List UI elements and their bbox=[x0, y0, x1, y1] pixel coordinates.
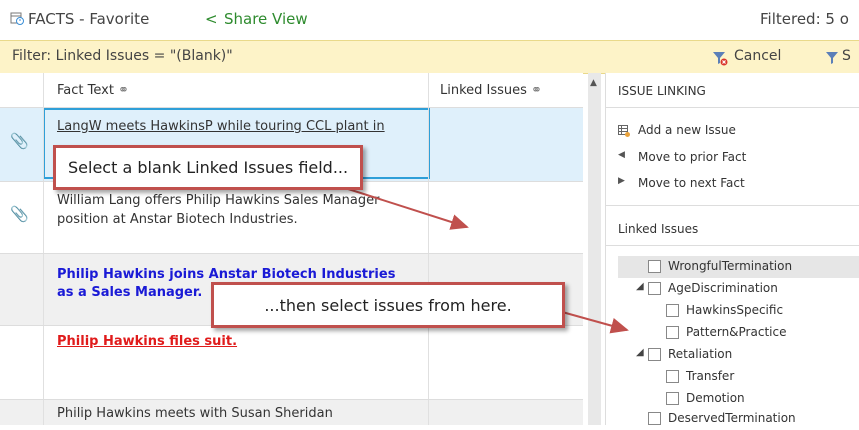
tree-item-pattern-practice[interactable]: Pattern&Practice bbox=[618, 322, 859, 344]
tree-item-demotion[interactable]: Demotion bbox=[618, 388, 859, 410]
tree-item-age-discrimination[interactable]: ◢ AgeDiscrimination bbox=[618, 278, 859, 300]
row-divider bbox=[0, 253, 583, 254]
table-row[interactable]: Philip Hawkins meets with Susan Sheridan bbox=[0, 399, 583, 425]
next-arrow-icon: ▶ bbox=[618, 176, 625, 186]
prior-arrow-icon: ◀ bbox=[618, 150, 625, 160]
grid-scrollbar[interactable]: ▲ bbox=[588, 73, 601, 425]
checkbox[interactable] bbox=[666, 370, 679, 383]
link-icon: ⚭ bbox=[118, 83, 129, 98]
attachment-icon[interactable]: 📎 bbox=[10, 132, 29, 150]
next-fact-label[interactable]: Move to next Fact bbox=[638, 176, 745, 190]
tree-item-deserved-termination[interactable]: DeservedTermination bbox=[618, 408, 859, 430]
column-divider bbox=[43, 73, 44, 425]
panel-header: ISSUE LINKING bbox=[606, 73, 859, 108]
panel-divider bbox=[606, 205, 859, 206]
issue-linking-panel: ISSUE LINKING Add a new Issue ◀ Move to … bbox=[605, 73, 859, 425]
callout-select-field: Select a blank Linked Issues field... bbox=[53, 145, 364, 190]
cancel-filter-icon[interactable] bbox=[712, 50, 728, 66]
calendar-clock-icon bbox=[10, 12, 24, 25]
fact-text-line2[interactable]: position at Anstar Biotech Industries. bbox=[57, 211, 298, 229]
tree-item-transfer[interactable]: Transfer bbox=[618, 366, 859, 388]
checkbox[interactable] bbox=[666, 326, 679, 339]
share-view-button[interactable]: Share View bbox=[224, 10, 308, 28]
checkbox[interactable] bbox=[648, 412, 661, 425]
checkbox[interactable] bbox=[648, 282, 661, 295]
checkbox[interactable] bbox=[666, 392, 679, 405]
save-filter-icon[interactable] bbox=[825, 50, 839, 66]
title-bar: FACTS - Favorite < Share View Filtered: … bbox=[0, 0, 859, 40]
fact-text[interactable]: LangW meets HawkinsP while touring CCL p… bbox=[57, 118, 385, 136]
tree-item-wrongful-termination[interactable]: WrongfulTermination bbox=[618, 256, 859, 278]
tree-item-retaliation[interactable]: ◢ Retaliation bbox=[618, 344, 859, 366]
panel-title: ISSUE LINKING bbox=[618, 84, 706, 98]
column-fact-text[interactable]: Fact Text ⚭ bbox=[57, 83, 129, 98]
checkbox[interactable] bbox=[648, 348, 661, 361]
grid-header: Fact Text ⚭ Linked Issues ⚭ bbox=[0, 73, 583, 108]
callout-select-issues: ...then select issues from here. bbox=[211, 282, 565, 328]
checkbox[interactable] bbox=[666, 304, 679, 317]
fact-text-line2[interactable]: as a Sales Manager. bbox=[57, 284, 202, 302]
scroll-up-icon[interactable]: ▲ bbox=[590, 78, 597, 88]
share-icon[interactable]: < bbox=[205, 10, 218, 28]
fact-text[interactable]: Philip Hawkins meets with Susan Sheridan bbox=[57, 405, 333, 423]
attachment-icon[interactable]: 📎 bbox=[10, 205, 29, 223]
panel-divider bbox=[606, 245, 859, 246]
cancel-filter-button[interactable]: Cancel bbox=[734, 48, 781, 64]
expander-icon[interactable]: ◢ bbox=[636, 347, 644, 358]
table-row[interactable]: Philip Hawkins files suit. bbox=[0, 325, 583, 399]
view-title: FACTS - Favorite bbox=[28, 10, 150, 28]
expander-icon[interactable]: ◢ bbox=[636, 281, 644, 292]
column-divider bbox=[428, 73, 429, 425]
filtered-count: Filtered: 5 o bbox=[760, 10, 849, 28]
filter-text: Filter: Linked Issues = "(Blank)" bbox=[12, 48, 233, 64]
facts-grid: Fact Text ⚭ Linked Issues ⚭ 📎 LangW meet… bbox=[0, 73, 583, 425]
add-issue-label[interactable]: Add a new Issue bbox=[638, 123, 736, 137]
row-divider bbox=[0, 399, 583, 400]
linked-issues-title: Linked Issues bbox=[618, 222, 699, 236]
fact-text[interactable]: William Lang offers Philip Hawkins Sales… bbox=[57, 192, 379, 210]
table-row[interactable]: 📎 William Lang offers Philip Hawkins Sal… bbox=[0, 181, 583, 253]
link-icon: ⚭ bbox=[531, 83, 542, 98]
fact-text[interactable]: Philip Hawkins files suit. bbox=[57, 333, 237, 351]
save-filter-button[interactable]: S bbox=[842, 48, 851, 64]
prior-fact-label[interactable]: Move to prior Fact bbox=[638, 150, 746, 164]
checkbox[interactable] bbox=[648, 260, 661, 273]
filter-bar: Filter: Linked Issues = "(Blank)" Cancel… bbox=[0, 40, 859, 74]
column-linked-issues[interactable]: Linked Issues ⚭ bbox=[440, 83, 542, 98]
add-grid-icon bbox=[618, 125, 630, 137]
tree-item-hawkins-specific[interactable]: HawkinsSpecific bbox=[618, 300, 859, 322]
